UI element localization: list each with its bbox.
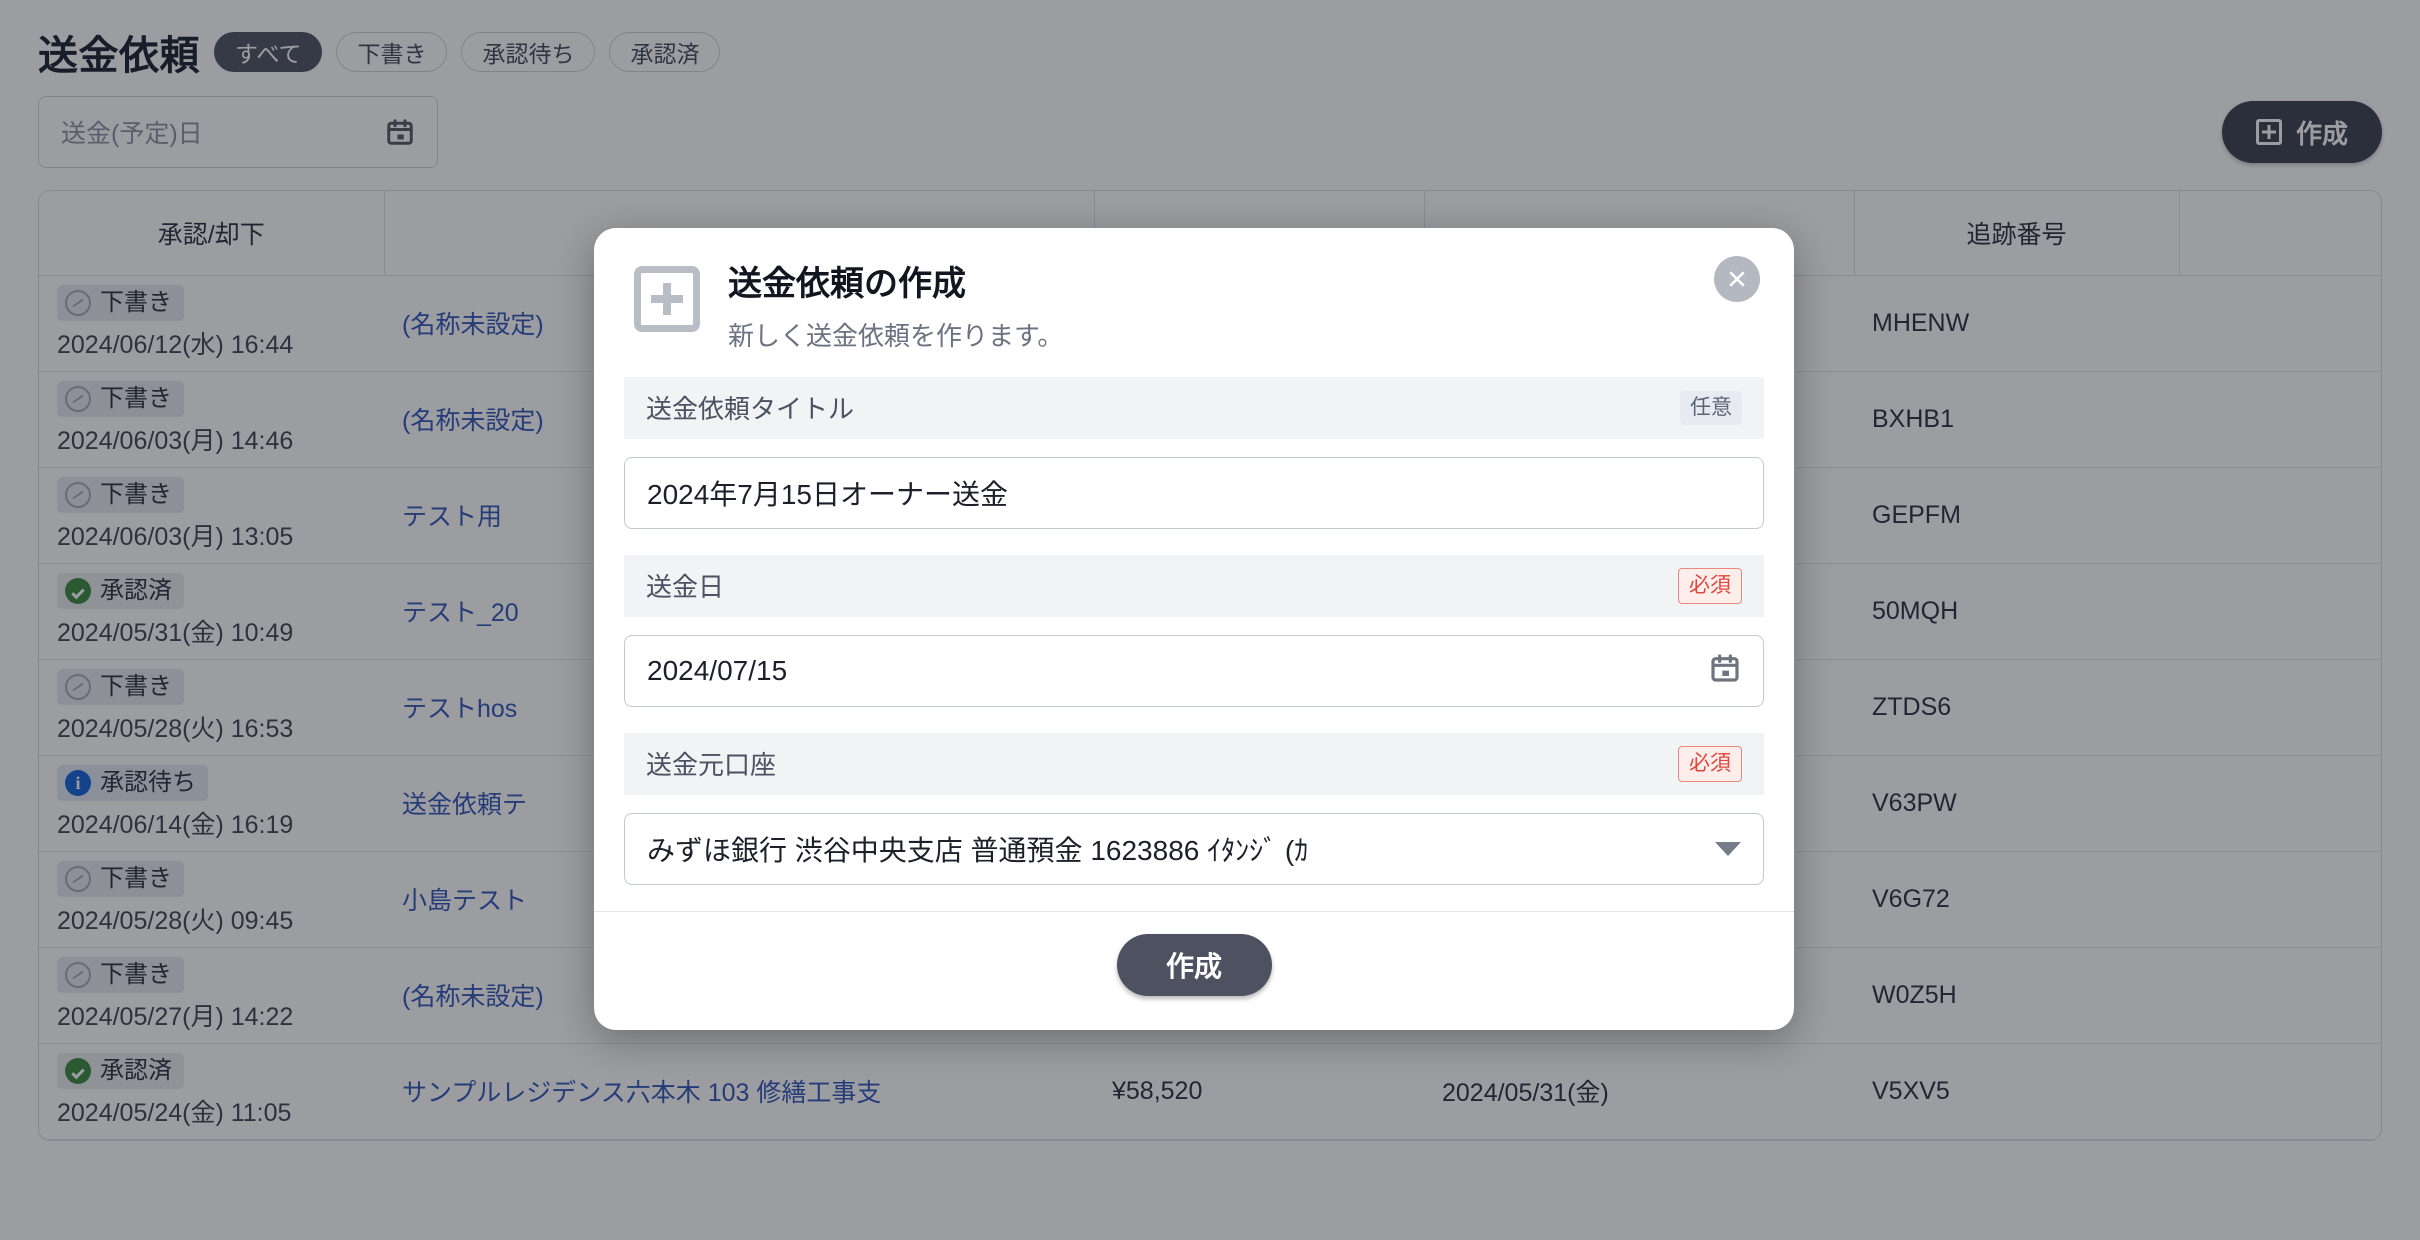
submit-create-button[interactable]: 作成: [1116, 933, 1272, 996]
calendar-icon[interactable]: [1709, 652, 1741, 689]
title-input[interactable]: 2024年7月15日オーナー送金: [624, 456, 1764, 529]
source-account-value: みずほ銀行 渋谷中央支店 普通預金 1623886 ｲﾀﾝｼﾞ (ｶ: [647, 834, 1309, 866]
create-request-modal: 送金依頼の作成 新しく送金依頼を作ります。 送金依頼タイトル 任意 2024年7…: [594, 228, 1794, 1030]
transfer-date-value: 2024/07/15: [647, 654, 788, 686]
field-label-title: 送金依頼タイトル: [646, 394, 855, 425]
modal-footer: 作成: [594, 910, 1794, 1030]
source-account-select[interactable]: みずほ銀行 渋谷中央支店 普通預金 1623886 ｲﾀﾝｼﾞ (ｶ: [624, 812, 1764, 885]
modal-title: 送金依頼の作成: [728, 265, 966, 303]
field-tag-title: 任意: [1680, 391, 1742, 425]
plus-square-icon: [634, 266, 700, 332]
field-titlebar-title: 送金依頼タイトル 任意: [624, 376, 1764, 439]
field-titlebar-account: 送金元口座 必須: [624, 732, 1764, 795]
close-icon[interactable]: [1714, 256, 1760, 302]
transfer-date-input[interactable]: 2024/07/15: [624, 634, 1764, 707]
field-tag-account: 必須: [1678, 746, 1742, 782]
field-label-date: 送金日: [646, 572, 725, 603]
modal-subtitle: 新しく送金依頼を作ります。: [728, 320, 1064, 351]
field-titlebar-date: 送金日 必須: [624, 554, 1764, 617]
chevron-down-icon[interactable]: [1715, 841, 1741, 856]
field-label-account: 送金元口座: [646, 750, 777, 781]
field-tag-date: 必須: [1678, 568, 1742, 604]
title-input-value: 2024年7月15日オーナー送金: [647, 478, 1009, 510]
modal-header: 送金依頼の作成 新しく送金依頼を作ります。: [594, 228, 1794, 377]
